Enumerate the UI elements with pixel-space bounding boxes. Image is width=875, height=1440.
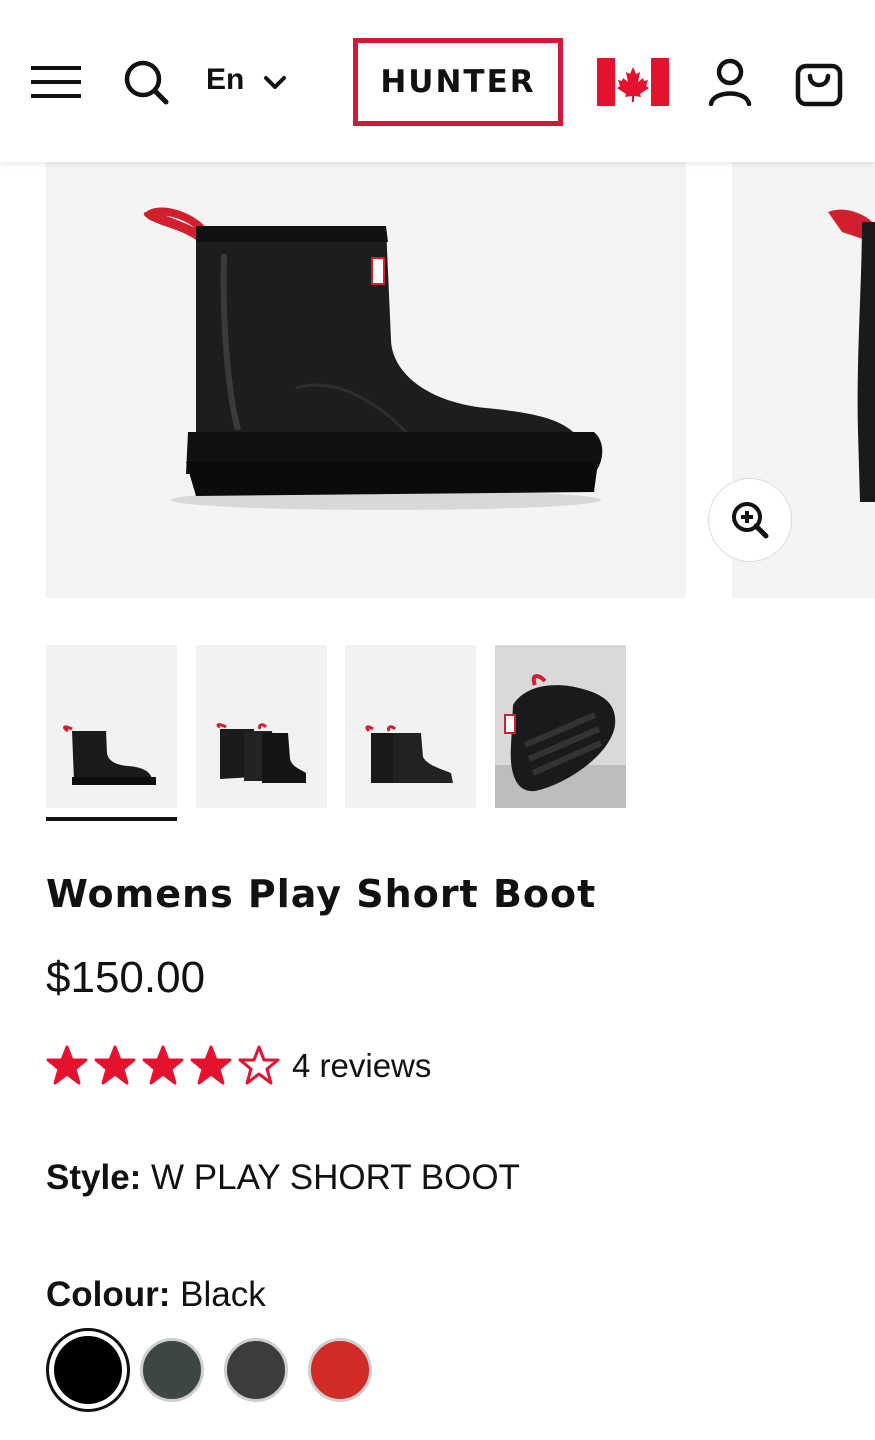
colour-label: Colour: bbox=[46, 1275, 171, 1314]
hunter-logo[interactable]: HUNTER bbox=[353, 38, 563, 126]
site-header: En HUNTER bbox=[0, 0, 875, 162]
style-row: Style: W PLAY SHORT BOOT bbox=[46, 1158, 520, 1198]
boot-image bbox=[143, 207, 603, 510]
style-value: W PLAY SHORT BOOT bbox=[151, 1158, 520, 1197]
thumbnail-4[interactable] bbox=[495, 645, 626, 808]
search-icon[interactable] bbox=[120, 56, 172, 108]
colour-swatch-grey[interactable] bbox=[224, 1338, 288, 1402]
canada-flag-icon[interactable] bbox=[597, 58, 669, 106]
zoom-in-icon bbox=[732, 502, 769, 539]
logo-text: HUNTER bbox=[380, 64, 536, 100]
thumbnail-2[interactable] bbox=[196, 645, 327, 808]
star-filled-icon bbox=[142, 1045, 184, 1085]
product-price: $150.00 bbox=[46, 953, 206, 1002]
menu-icon[interactable] bbox=[28, 60, 84, 104]
thumbnail-3[interactable] bbox=[345, 645, 476, 808]
language-selector[interactable]: En bbox=[206, 58, 288, 102]
product-rating[interactable]: 4 reviews bbox=[46, 1044, 431, 1088]
reviews-link[interactable]: 4 reviews bbox=[292, 1047, 431, 1085]
star-filled-icon bbox=[46, 1045, 88, 1085]
thumbnail-selected-indicator bbox=[46, 817, 177, 821]
thumbnail-strip bbox=[46, 645, 646, 825]
star-filled-icon bbox=[94, 1045, 136, 1085]
colour-swatch-red[interactable] bbox=[308, 1338, 372, 1402]
shopping-bag-icon[interactable] bbox=[792, 56, 846, 110]
colour-row: Colour: Black bbox=[46, 1275, 266, 1315]
language-label: En bbox=[206, 63, 245, 96]
colour-swatch-black[interactable] bbox=[46, 1328, 130, 1412]
star-filled-icon bbox=[190, 1045, 232, 1085]
style-label: Style: bbox=[46, 1158, 142, 1197]
thumbnail-1[interactable] bbox=[46, 645, 177, 808]
star-empty-icon bbox=[238, 1045, 280, 1085]
chevron-down-icon bbox=[264, 76, 287, 89]
colour-swatch-green[interactable] bbox=[140, 1338, 204, 1402]
product-main-image[interactable] bbox=[46, 162, 686, 598]
colour-value: Black bbox=[180, 1275, 266, 1314]
colour-swatches bbox=[46, 1328, 446, 1412]
account-icon[interactable] bbox=[704, 56, 756, 108]
product-title: Womens Play Short Boot bbox=[46, 872, 597, 916]
zoom-button[interactable] bbox=[708, 478, 792, 562]
rating-stars bbox=[46, 1045, 280, 1087]
